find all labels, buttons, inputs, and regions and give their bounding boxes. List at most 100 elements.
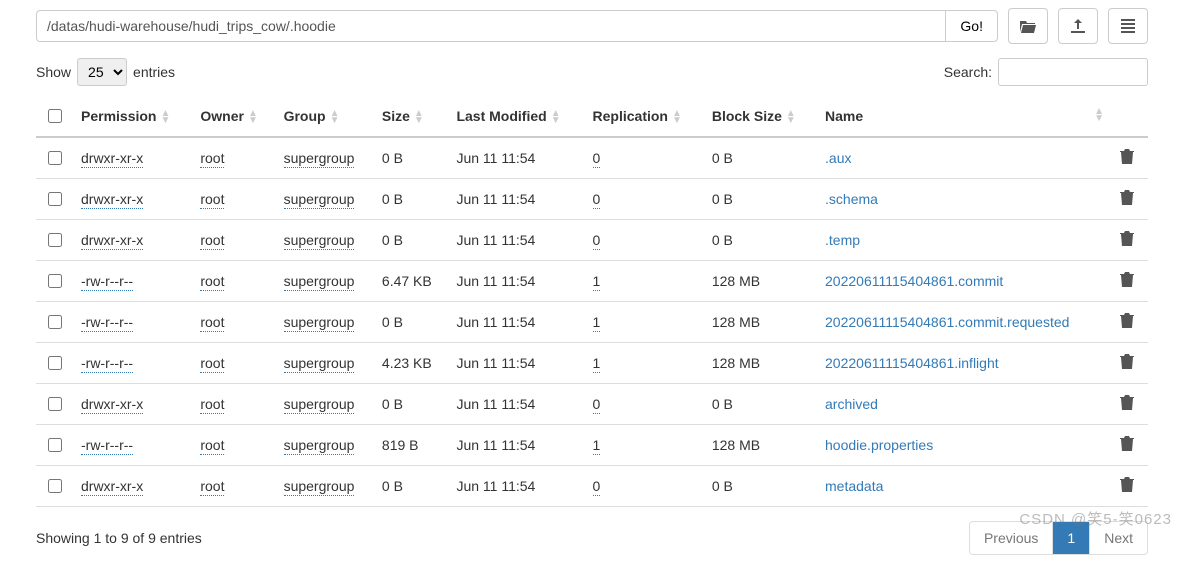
delete-button[interactable] (1120, 149, 1134, 164)
owner-cell[interactable]: root (200, 232, 224, 250)
delete-button[interactable] (1120, 477, 1134, 492)
delete-button[interactable] (1120, 313, 1134, 328)
delete-button[interactable] (1120, 395, 1134, 410)
name-link[interactable]: archived (825, 396, 878, 412)
owner-cell[interactable]: root (200, 314, 224, 332)
sort-icon: ▲▼ (786, 110, 796, 124)
trash-icon (1120, 395, 1134, 410)
path-input[interactable] (36, 10, 945, 42)
name-link[interactable]: 20220611115404861.commit (825, 273, 1003, 289)
replication-cell[interactable]: 0 (593, 396, 601, 414)
permission-cell[interactable]: -rw-r--r-- (81, 437, 133, 455)
delete-button[interactable] (1120, 190, 1134, 205)
replication-cell[interactable]: 1 (593, 314, 601, 332)
pager-previous[interactable]: Previous (970, 522, 1052, 554)
trash-icon (1120, 477, 1134, 492)
row-checkbox[interactable] (48, 192, 62, 206)
group-cell[interactable]: supergroup (284, 191, 355, 209)
col-blocksize[interactable]: Block Size▲▼ (704, 96, 817, 137)
blocksize-cell: 128 MB (704, 261, 817, 302)
replication-cell[interactable]: 1 (593, 355, 601, 373)
table-row: drwxr-xr-xrootsupergroup0 BJun 11 11:540… (36, 466, 1148, 507)
delete-button[interactable] (1120, 354, 1134, 369)
search-input[interactable] (998, 58, 1148, 86)
group-cell[interactable]: supergroup (284, 273, 355, 291)
sort-icon: ▲▼ (414, 110, 424, 124)
lastmod-cell: Jun 11 11:54 (448, 220, 584, 261)
folder-open-icon (1020, 19, 1036, 33)
pager-next[interactable]: Next (1089, 522, 1147, 554)
row-checkbox[interactable] (48, 274, 62, 288)
col-owner[interactable]: Owner▲▼ (192, 96, 275, 137)
delete-button[interactable] (1120, 272, 1134, 287)
owner-cell[interactable]: root (200, 478, 224, 496)
size-cell: 0 B (374, 179, 449, 220)
row-checkbox[interactable] (48, 315, 62, 329)
permission-cell[interactable]: -rw-r--r-- (81, 273, 133, 291)
name-link[interactable]: .schema (825, 191, 878, 207)
replication-cell[interactable]: 0 (593, 478, 601, 496)
row-checkbox[interactable] (48, 479, 62, 493)
col-group[interactable]: Group▲▼ (276, 96, 374, 137)
name-link[interactable]: metadata (825, 478, 883, 494)
group-cell[interactable]: supergroup (284, 355, 355, 373)
owner-cell[interactable]: root (200, 191, 224, 209)
name-link[interactable]: 20220611115404861.commit.requested (825, 314, 1069, 330)
replication-cell[interactable]: 0 (593, 191, 601, 209)
replication-cell[interactable]: 0 (593, 150, 601, 168)
owner-cell[interactable]: root (200, 437, 224, 455)
group-cell[interactable]: supergroup (284, 478, 355, 496)
col-replication[interactable]: Replication▲▼ (585, 96, 704, 137)
lastmod-cell: Jun 11 11:54 (448, 137, 584, 179)
owner-cell[interactable]: root (200, 396, 224, 414)
go-button[interactable]: Go! (945, 10, 998, 42)
row-checkbox[interactable] (48, 438, 62, 452)
owner-cell[interactable]: root (200, 150, 224, 168)
blocksize-cell: 128 MB (704, 302, 817, 343)
group-cell[interactable]: supergroup (284, 232, 355, 250)
row-checkbox[interactable] (48, 397, 62, 411)
sort-icon: ▲▼ (330, 110, 340, 124)
permission-cell[interactable]: drwxr-xr-x (81, 396, 143, 414)
name-link[interactable]: .temp (825, 232, 860, 248)
table-row: drwxr-xr-xrootsupergroup0 BJun 11 11:540… (36, 384, 1148, 425)
view-mode-button[interactable] (1108, 8, 1148, 44)
group-cell[interactable]: supergroup (284, 396, 355, 414)
lastmod-cell: Jun 11 11:54 (448, 302, 584, 343)
permission-cell[interactable]: -rw-r--r-- (81, 355, 133, 373)
delete-button[interactable] (1120, 231, 1134, 246)
col-size[interactable]: Size▲▼ (374, 96, 449, 137)
row-checkbox[interactable] (48, 151, 62, 165)
select-all-checkbox[interactable] (48, 109, 62, 123)
pager-page-1[interactable]: 1 (1052, 522, 1089, 554)
name-link[interactable]: .aux (825, 150, 851, 166)
group-cell[interactable]: supergroup (284, 314, 355, 332)
col-lastmod[interactable]: Last Modified▲▼ (448, 96, 584, 137)
upload-button[interactable] (1058, 8, 1098, 44)
row-checkbox[interactable] (48, 233, 62, 247)
owner-cell[interactable]: root (200, 355, 224, 373)
permission-cell[interactable]: drwxr-xr-x (81, 191, 143, 209)
permission-cell[interactable]: drwxr-xr-x (81, 478, 143, 496)
group-cell[interactable]: supergroup (284, 437, 355, 455)
name-link[interactable]: 20220611115404861.inflight (825, 355, 999, 371)
col-permission[interactable]: Permission▲▼ (73, 96, 192, 137)
open-folder-button[interactable] (1008, 8, 1048, 44)
delete-button[interactable] (1120, 436, 1134, 451)
blocksize-cell: 0 B (704, 384, 817, 425)
size-cell: 0 B (374, 302, 449, 343)
table-row: -rw-r--r-- root supergroup 0 BJun 11 11:54 1… (36, 302, 1148, 343)
row-checkbox[interactable] (48, 356, 62, 370)
page-size-select[interactable]: 25 (77, 58, 127, 86)
owner-cell[interactable]: root (200, 273, 224, 291)
replication-cell[interactable]: 0 (593, 232, 601, 250)
replication-cell[interactable]: 1 (593, 273, 601, 291)
replication-cell[interactable]: 1 (593, 437, 601, 455)
name-link[interactable]: hoodie.properties (825, 437, 933, 453)
col-name[interactable]: Name▲▼ (817, 96, 1112, 137)
permission-cell[interactable]: -rw-r--r-- (81, 314, 133, 332)
permission-cell[interactable]: drwxr-xr-x (81, 232, 143, 250)
trash-icon (1120, 354, 1134, 369)
group-cell[interactable]: supergroup (284, 150, 355, 168)
permission-cell[interactable]: drwxr-xr-x (81, 150, 143, 168)
